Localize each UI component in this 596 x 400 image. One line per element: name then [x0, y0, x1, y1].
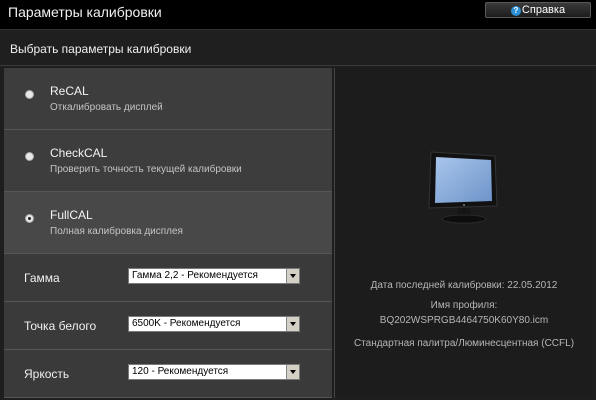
help-button[interactable]: ? Справка — [485, 2, 591, 18]
palette-info: Стандартная палитра/Люминесцентная (CCFL… — [353, 338, 575, 349]
brightness-label: Яркость — [24, 367, 70, 381]
option-fullcal[interactable]: FullCAL Полная калибровка дисплея — [4, 192, 332, 254]
brightness-select[interactable]: 120 - Рекомендуется — [128, 364, 300, 380]
gamma-value: Гамма 2,2 - Рекомендуется — [132, 270, 258, 281]
option-description: Откалибровать дисплей — [50, 102, 163, 113]
dropdown-arrow-icon[interactable] — [286, 269, 299, 283]
calibration-panel: Выбрать параметры калибровки ReCAL Откал… — [0, 29, 596, 400]
option-recal[interactable]: ReCAL Откалибровать дисплей — [4, 68, 332, 130]
radio-checkcal[interactable] — [25, 152, 34, 161]
profile-label: Имя профиля: — [430, 300, 498, 311]
white-point-value: 6500K - Рекомендуется — [132, 318, 241, 329]
help-label: Справка — [521, 4, 566, 16]
title-bar: Параметры калибровки ? Справка — [0, 0, 596, 29]
dropdown-arrow-icon[interactable] — [286, 365, 299, 379]
info-column: Дата последней калибровки: 22.05.2012 Им… — [334, 68, 592, 398]
brightness-value: 120 - Рекомендуется — [132, 366, 229, 377]
window-title: Параметры калибровки — [8, 4, 162, 20]
monitor-icon — [428, 151, 498, 224]
setting-brightness: Яркость 120 - Рекомендуется — [4, 350, 332, 398]
white-point-label: Точка белого — [24, 319, 97, 333]
radio-fullcal[interactable] — [25, 214, 34, 223]
option-name: FullCAL — [50, 208, 93, 222]
white-point-select[interactable]: 6500K - Рекомендуется — [128, 316, 300, 332]
setting-white-point: Точка белого 6500K - Рекомендуется — [4, 302, 332, 350]
option-description: Проверить точность текущей калибровки — [50, 164, 242, 175]
option-name: CheckCAL — [50, 146, 108, 160]
option-description: Полная калибровка дисплея — [50, 226, 183, 237]
gamma-select[interactable]: Гамма 2,2 - Рекомендуется — [128, 268, 300, 284]
last-calibration-date: Дата последней калибровки: 22.05.2012 — [370, 280, 558, 291]
question-icon: ? — [510, 6, 521, 16]
profile-name: BQ202WSPRGB4464750K60Y80.icm — [379, 315, 549, 326]
gamma-label: Гамма — [24, 271, 60, 285]
panel-title: Выбрать параметры калибровки — [10, 42, 192, 56]
option-name: ReCAL — [50, 84, 89, 98]
options-column: ReCAL Откалибровать дисплей CheckCAL Про… — [4, 68, 332, 398]
dropdown-arrow-icon[interactable] — [286, 317, 299, 331]
setting-gamma: Гамма Гамма 2,2 - Рекомендуется — [4, 254, 332, 302]
radio-recal[interactable] — [25, 90, 34, 99]
option-checkcal[interactable]: CheckCAL Проверить точность текущей кали… — [4, 130, 332, 192]
panel-header: Выбрать параметры калибровки — [0, 30, 596, 66]
